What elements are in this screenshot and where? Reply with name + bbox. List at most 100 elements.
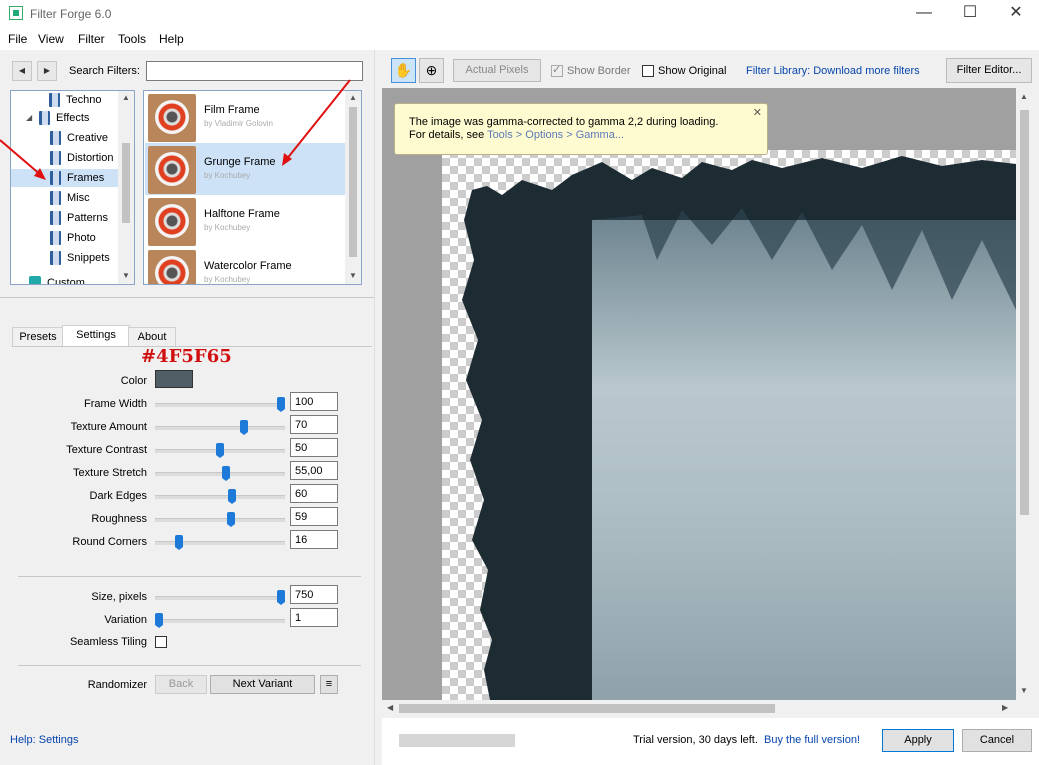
gamma-notification: The image was gamma-corrected to gamma 2… [394, 103, 768, 155]
randomizer-divider [18, 665, 361, 666]
dark-edges-label: Dark Edges [89, 490, 147, 502]
roughness-input[interactable] [290, 507, 338, 526]
dark-edges-input[interactable] [290, 484, 338, 503]
size-slider-handle[interactable] [277, 590, 285, 605]
randomizer-label: Randomizer [87, 679, 147, 691]
panel-splitter[interactable] [0, 297, 374, 298]
show-original-checkbox[interactable] [642, 65, 654, 77]
menu-filter[interactable]: Filter [78, 32, 105, 46]
filter-editor-button[interactable]: Filter Editor... [946, 58, 1032, 83]
color-label: Color [120, 375, 147, 387]
texture-amount-slider-handle[interactable] [240, 420, 249, 435]
filter-item-halftone-frame[interactable]: Halftone Frame by Kochubey [145, 195, 345, 247]
texture-contrast-input[interactable] [290, 438, 338, 457]
filter-thumbnail [148, 198, 196, 246]
scroll-down-icon[interactable]: ▼ [122, 271, 130, 280]
texture-contrast-slider-handle[interactable] [216, 443, 224, 458]
help-settings-link[interactable]: Help: Settings [10, 734, 78, 746]
lifebuoy-icon [155, 204, 189, 238]
tab-about[interactable]: About [128, 327, 176, 347]
texture-stretch-slider-handle[interactable] [222, 466, 231, 481]
roughness-label: Roughness [91, 513, 147, 525]
show-border-label: Show Border [567, 65, 631, 77]
book-icon [50, 211, 61, 225]
apply-button[interactable]: Apply [882, 729, 954, 752]
color-swatch[interactable] [155, 370, 193, 388]
texture-stretch-input[interactable] [290, 461, 338, 480]
canvas-vscrollbar[interactable]: ▲ ▼ [1016, 88, 1033, 700]
variation-slider-track[interactable] [155, 619, 285, 623]
variation-input[interactable] [290, 608, 338, 627]
app-icon [9, 6, 23, 20]
filter-item-watercolor-frame[interactable]: Watercolor Frame by Kochubey [145, 247, 345, 284]
minimize-button[interactable]: — [901, 0, 947, 28]
maximize-button[interactable]: ☐ [947, 0, 993, 28]
notification-close-icon[interactable]: ✕ [753, 107, 762, 120]
hand-tool-icon[interactable]: ✋ [391, 58, 416, 83]
variation-label: Variation [104, 614, 147, 626]
round-corners-slider-handle[interactable] [174, 535, 183, 550]
frame-width-input[interactable] [290, 392, 338, 411]
scroll-left-icon[interactable]: ◀ [387, 703, 393, 712]
zoom-tool-icon[interactable]: ⊕ [419, 58, 444, 83]
seamless-tiling-checkbox[interactable] [155, 636, 167, 648]
close-button[interactable]: ✕ [993, 0, 1039, 28]
notification-line2: For details, see Tools > Options > Gamma… [409, 129, 625, 141]
scroll-up-icon[interactable]: ▲ [1020, 92, 1028, 101]
book-icon [50, 191, 61, 205]
tab-settings[interactable]: Settings [62, 325, 130, 347]
scroll-down-icon[interactable]: ▼ [1020, 686, 1028, 695]
annotation-arrow-frames [0, 139, 43, 177]
dark-edges-slider-handle[interactable] [228, 489, 237, 504]
book-icon [50, 231, 61, 245]
book-icon [50, 251, 61, 265]
annotation-arrow-grunge [285, 79, 351, 161]
annotation-arrows [0, 79, 351, 180]
round-corners-label: Round Corners [72, 536, 147, 548]
dark-edges-slider-track[interactable] [155, 495, 285, 499]
scroll-right-icon[interactable]: ▶ [1002, 703, 1008, 712]
texture-stretch-label: Texture Stretch [73, 467, 147, 479]
tab-presets[interactable]: Presets [12, 327, 64, 347]
menu-help[interactable]: Help [159, 32, 184, 46]
frame-width-slider-track[interactable] [155, 403, 285, 407]
show-border-checkbox[interactable]: ✓ [551, 64, 563, 77]
canvas-hscrollbar[interactable]: ◀ ▶ [382, 700, 1016, 717]
filter-thumbnail [148, 250, 196, 284]
menu-file[interactable]: File [8, 32, 27, 46]
actual-pixels-button[interactable]: Actual Pixels [453, 59, 541, 82]
variation-slider-handle[interactable] [155, 613, 163, 628]
texture-amount-input[interactable] [290, 415, 338, 434]
texture-amount-slider-track[interactable] [155, 426, 285, 430]
menu-tools[interactable]: Tools [118, 32, 146, 46]
canvas-vscroll-thumb[interactable] [1020, 110, 1029, 515]
filter-library-link[interactable]: Filter Library: Download more filters [746, 65, 920, 77]
seamless-tiling-label: Seamless Tiling [69, 636, 147, 648]
preview-image [462, 156, 1016, 700]
menu-bar: File View Filter Tools Help [0, 28, 1039, 50]
notification-line1: The image was gamma-corrected to gamma 2… [409, 116, 719, 128]
vertical-splitter[interactable] [374, 50, 382, 765]
gamma-options-link[interactable]: Tools > Options > Gamma... [487, 129, 624, 141]
roughness-slider-track[interactable] [155, 518, 285, 522]
randomizer-menu-icon[interactable]: ≡ [320, 675, 338, 694]
frame-width-slider-handle[interactable] [277, 397, 285, 412]
preview-canvas[interactable] [382, 88, 1016, 700]
next-variant-button[interactable]: Next Variant [210, 675, 315, 694]
window-title: Filter Forge 6.0 [30, 7, 112, 21]
lifebuoy-icon [155, 256, 189, 284]
round-corners-input[interactable] [290, 530, 338, 549]
buy-full-version-link[interactable]: Buy the full version! [764, 734, 860, 746]
texture-contrast-label: Texture Contrast [66, 444, 147, 456]
canvas-hscroll-thumb[interactable] [399, 704, 775, 713]
texture-stretch-slider-track[interactable] [155, 472, 285, 476]
scroll-down-icon[interactable]: ▼ [349, 271, 357, 280]
randomizer-back-button[interactable]: Back [155, 675, 207, 694]
size-input[interactable] [290, 585, 338, 604]
menu-view[interactable]: View [38, 32, 64, 46]
roughness-slider-handle[interactable] [226, 512, 235, 527]
texture-amount-label: Texture Amount [70, 421, 147, 433]
size-slider-track[interactable] [155, 596, 285, 600]
cancel-button[interactable]: Cancel [962, 729, 1032, 752]
progress-bar [399, 734, 515, 747]
